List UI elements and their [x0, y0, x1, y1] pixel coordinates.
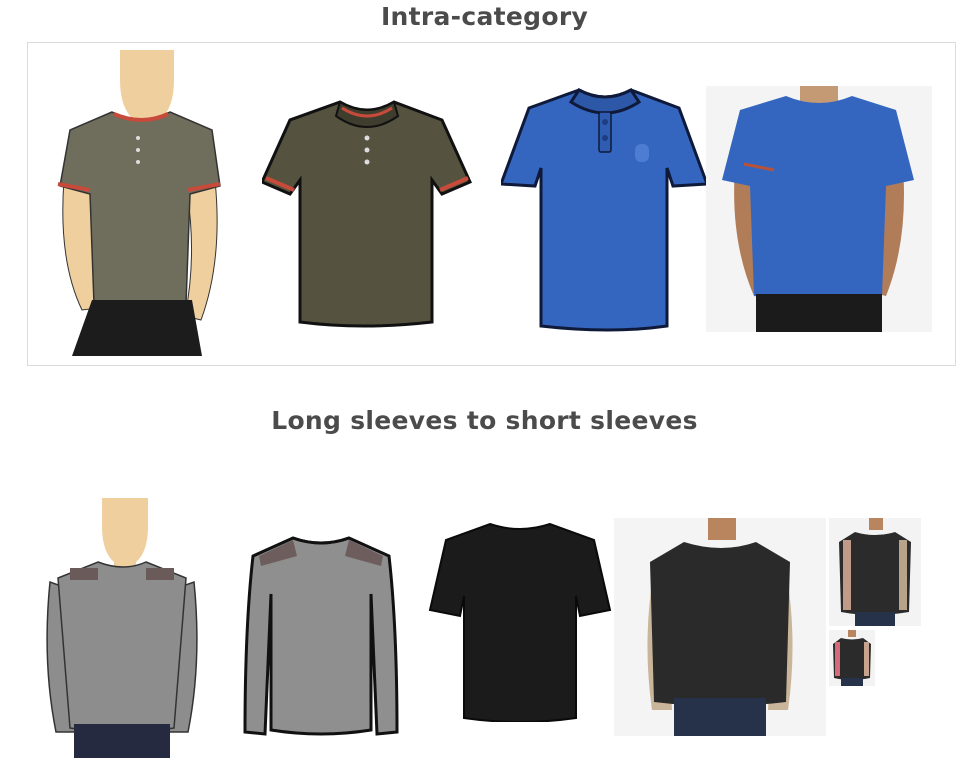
black-short-sleeve-tshirt — [428, 520, 612, 722]
generated-photo-black-shirt — [614, 518, 826, 736]
blue-polo-shirt — [501, 86, 709, 334]
grey-long-sleeve-sweater — [243, 534, 399, 738]
section-title-long-to-short: Long sleeves to short sleeves — [271, 406, 698, 435]
generated-result-medium — [829, 518, 921, 626]
model-olive-polo-sketch — [52, 50, 227, 356]
generated-photo-blue-polo — [706, 86, 932, 332]
olive-polo-shirt — [262, 98, 472, 330]
generated-result-small — [829, 630, 875, 686]
model-grey-sweater-sketch — [46, 496, 198, 758]
section-title-intra-category: Intra-category — [380, 2, 589, 31]
